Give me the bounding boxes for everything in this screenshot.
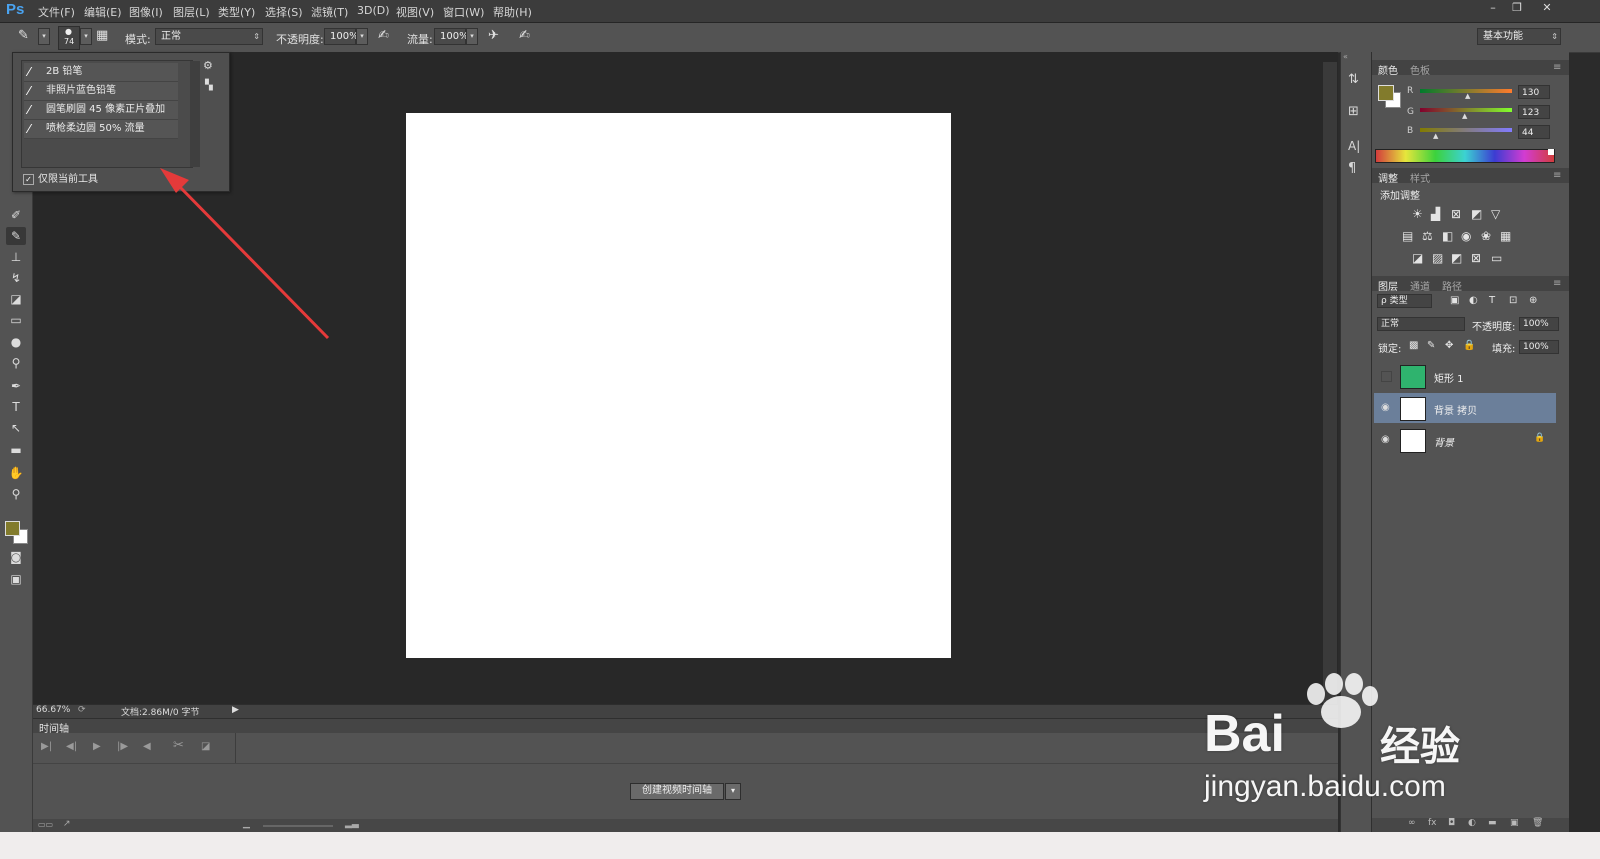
- hue-saturation-icon[interactable]: ▤: [1402, 229, 1413, 243]
- green-channel-label: G: [1407, 107, 1414, 117]
- tab-layers[interactable]: 图层: [1378, 278, 1398, 293]
- tab-swatches[interactable]: 色板: [1410, 62, 1430, 77]
- tab-paths[interactable]: 路径: [1442, 278, 1462, 293]
- eye-icon[interactable]: ◉: [1381, 434, 1390, 445]
- lock-position-icon[interactable]: ✥: [1445, 340, 1453, 351]
- fill-input[interactable]: 100%: [1519, 340, 1559, 354]
- foreground-color-swatch[interactable]: [1378, 85, 1394, 101]
- blend-mode-select[interactable]: 正常: [1377, 317, 1465, 331]
- layer-opacity-label: 不透明度:: [1472, 322, 1516, 333]
- color-panel-tabs: 颜色 色板 ≡: [1372, 60, 1569, 77]
- slider-handle-icon[interactable]: ▲: [1462, 112, 1467, 120]
- threshold-icon[interactable]: ◩: [1451, 251, 1462, 265]
- adjustments-panel-tabs: 调整 样式 ≡: [1372, 168, 1569, 185]
- layer-opacity-value: 100%: [1523, 319, 1549, 329]
- blue-value-input[interactable]: 44: [1518, 125, 1550, 139]
- lock-pixels-icon[interactable]: ✎: [1427, 340, 1435, 351]
- visibility-toggle-off[interactable]: [1381, 371, 1392, 382]
- add-mask-icon[interactable]: ◘: [1448, 818, 1455, 828]
- layer-name: 背景: [1434, 438, 1454, 449]
- taskbar-strip: [0, 832, 1600, 859]
- red-value: 130: [1522, 88, 1540, 98]
- layer-thumbnail: [1400, 429, 1426, 453]
- new-layer-icon[interactable]: ▣: [1510, 818, 1519, 828]
- baidu-jingyan-watermark: Bai 经验 jingyan.baidu.com: [1200, 672, 1520, 812]
- channel-mixer-icon[interactable]: ❀: [1481, 229, 1491, 243]
- panel-menu-icon[interactable]: ≡: [1553, 62, 1561, 73]
- color-lookup-icon[interactable]: ▦: [1500, 229, 1511, 243]
- black-white-icon[interactable]: ◧: [1442, 229, 1453, 243]
- collapse-icon[interactable]: «: [1343, 52, 1348, 61]
- blue-value: 44: [1522, 128, 1534, 138]
- filter-adjustment-icon[interactable]: ◐: [1469, 295, 1478, 306]
- filter-pixel-icon[interactable]: ▣: [1450, 295, 1459, 306]
- slider-handle-icon[interactable]: ▲: [1433, 132, 1438, 140]
- white-swatch[interactable]: [1548, 149, 1554, 155]
- layer-thumbnail: [1400, 365, 1426, 389]
- tab-color[interactable]: 颜色: [1378, 62, 1398, 77]
- exposure-icon[interactable]: ◩: [1471, 207, 1482, 221]
- blend-mode-value: 正常: [1381, 319, 1400, 329]
- fill-label: 填充:: [1492, 344, 1516, 355]
- green-value-input[interactable]: 123: [1518, 105, 1550, 119]
- layers-panel-tabs: 图层 通道 路径 ≡: [1372, 276, 1569, 293]
- layer-thumbnail: [1400, 397, 1426, 421]
- levels-icon[interactable]: ▟: [1431, 207, 1440, 221]
- vibrance-icon[interactable]: ▽: [1491, 207, 1500, 221]
- new-group-icon[interactable]: ▬: [1488, 818, 1497, 828]
- photo-filter-icon[interactable]: ◉: [1461, 229, 1471, 243]
- green-value: 123: [1522, 108, 1540, 118]
- layer-row[interactable]: ◉ 背景 🔒: [1374, 425, 1556, 455]
- watermark-url: jingyan.baidu.com: [1204, 770, 1446, 803]
- tab-styles[interactable]: 样式: [1410, 170, 1430, 185]
- selective-color-icon[interactable]: ⊠: [1471, 251, 1481, 265]
- layers-footer: ∞ fx ◘ ◐ ▬ ▣ 🗑: [1372, 818, 1569, 832]
- watermark-brand: Bai: [1204, 705, 1285, 763]
- layer-style-icon[interactable]: fx: [1428, 818, 1437, 828]
- lock-transparency-icon[interactable]: ▩: [1409, 340, 1418, 351]
- link-layers-icon[interactable]: ∞: [1408, 818, 1416, 828]
- paragraph-icon[interactable]: ¶: [1348, 161, 1356, 176]
- foreground-color-swatch[interactable]: [5, 521, 20, 536]
- red-channel-label: R: [1407, 86, 1414, 96]
- layer-row-selected[interactable]: ◉ 背景 拷贝: [1374, 393, 1556, 423]
- invert-icon[interactable]: ◪: [1412, 251, 1423, 265]
- trash-icon[interactable]: 🗑: [1532, 818, 1543, 828]
- layer-filter-value: ρ 类型: [1381, 296, 1408, 306]
- color-balance-icon[interactable]: ⚖: [1422, 229, 1433, 243]
- gradient-map-icon[interactable]: ▭: [1491, 251, 1502, 265]
- tab-channels[interactable]: 通道: [1410, 278, 1430, 293]
- panel-menu-icon[interactable]: ≡: [1553, 278, 1561, 289]
- color-spectrum-bar[interactable]: [1375, 149, 1555, 163]
- character-icon[interactable]: A|: [1348, 139, 1360, 153]
- properties-icon[interactable]: ⊞: [1348, 104, 1359, 119]
- layer-name: 背景 拷贝: [1434, 406, 1478, 417]
- panel-menu-icon[interactable]: ≡: [1553, 170, 1561, 181]
- lock-icon: 🔒: [1534, 433, 1546, 443]
- brightness-contrast-icon[interactable]: ☀: [1412, 207, 1423, 221]
- layer-row[interactable]: 矩形 1: [1374, 361, 1556, 391]
- paw-logo-icon: [1307, 673, 1378, 728]
- filter-smart-object-icon[interactable]: ⊕: [1529, 295, 1537, 306]
- lock-label: 锁定:: [1378, 344, 1402, 355]
- lock-all-icon[interactable]: 🔒: [1463, 340, 1475, 351]
- layer-opacity-input[interactable]: 100%: [1519, 317, 1559, 331]
- tab-adjustments[interactable]: 调整: [1378, 170, 1398, 185]
- layer-name: 矩形 1: [1434, 374, 1464, 385]
- slider-handle-icon[interactable]: ▲: [1465, 92, 1470, 100]
- filter-type-icon[interactable]: T: [1489, 295, 1495, 306]
- watermark-brand-suffix: 经验: [1380, 724, 1460, 770]
- history-icon[interactable]: ⇅: [1348, 72, 1359, 87]
- fill-value: 100%: [1523, 342, 1549, 352]
- eye-icon[interactable]: ◉: [1381, 402, 1390, 413]
- posterize-icon[interactable]: ▨: [1432, 251, 1443, 265]
- curves-icon[interactable]: ⊠: [1451, 207, 1461, 221]
- layer-filter-select[interactable]: ρ 类型: [1377, 294, 1432, 308]
- new-adjustment-icon[interactable]: ◐: [1468, 818, 1476, 828]
- add-adjustment-title: 添加调整: [1380, 191, 1420, 202]
- blue-channel-label: B: [1407, 126, 1414, 136]
- filter-shape-icon[interactable]: ⊡: [1509, 295, 1517, 306]
- red-value-input[interactable]: 130: [1518, 85, 1550, 99]
